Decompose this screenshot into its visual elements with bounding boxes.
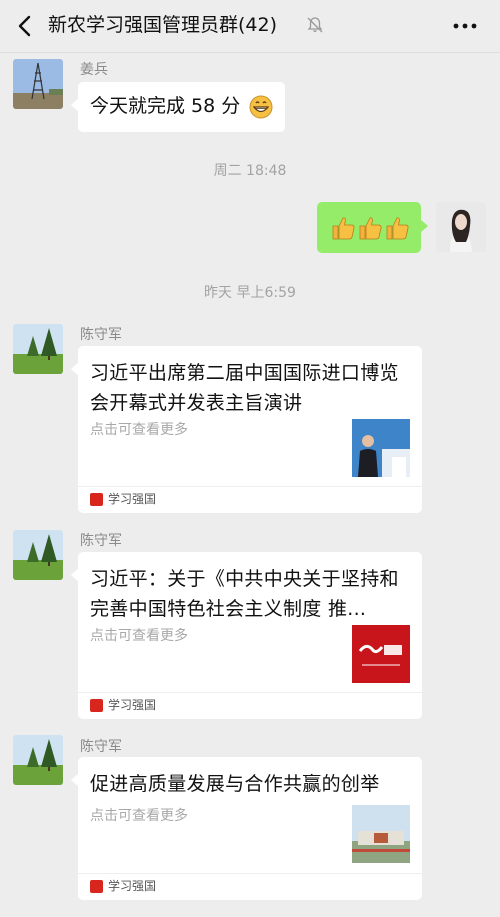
thumbs-up-icon — [386, 217, 409, 240]
avatar-jiang-bing[interactable] — [13, 59, 63, 109]
thumbs-up-icon — [359, 217, 382, 240]
article-description: 点击可查看更多 — [90, 808, 188, 824]
xuexi-qiangguo-logo-icon — [90, 880, 103, 893]
article-description: 点击可查看更多 — [90, 422, 188, 438]
article-card[interactable]: 习近平出席第二届中国国际进口博览会开幕式并发表主旨演讲 点击可查看更多 学习强国 — [71, 346, 422, 513]
sender-name: 姜兵 — [80, 62, 108, 78]
message-text: 今天就完成 58 分 — [90, 95, 241, 117]
card-source-footer: 学习强国 — [78, 486, 422, 513]
article-title: 促进高质量发展与合作共赢的创举 — [90, 773, 380, 795]
bell-muted-icon — [307, 17, 323, 33]
card-source-footer: 学习强国 — [78, 692, 422, 719]
article-card[interactable]: 促进高质量发展与合作共赢的创举 点击可查看更多 学习强国 — [71, 757, 422, 900]
card-source-label: 学习强国 — [108, 879, 157, 893]
card-source-footer: 学习强国 — [78, 873, 422, 900]
article-thumbnail — [352, 805, 410, 863]
sender-name: 陈守军 — [80, 739, 122, 755]
avatar-chen-shoujun[interactable] — [13, 735, 63, 785]
xuexi-qiangguo-logo-icon — [90, 493, 103, 506]
article-card[interactable]: 习近平：关于《中共中央关于坚持和完善中国特色社会主义制度 推... 点击可查看更… — [71, 552, 422, 719]
avatar-chen-shoujun[interactable] — [13, 530, 63, 580]
article-thumbnail — [352, 419, 410, 477]
xuexi-qiangguo-logo-icon — [90, 699, 103, 712]
chat-header: 新农学习强国管理员群(42) — [0, 0, 500, 53]
text-message[interactable]: 今天就完成 58 分 — [71, 82, 285, 132]
card-source-label: 学习强国 — [108, 698, 157, 712]
timestamp: 周二 18:48 — [213, 163, 287, 179]
card-source-label: 学习强国 — [108, 492, 157, 506]
article-description: 点击可查看更多 — [90, 628, 188, 644]
chevron-left-icon[interactable] — [14, 14, 38, 38]
sender-name: 陈守军 — [80, 533, 122, 549]
article-title: 习近平出席第二届中国国际进口博览会开幕式并发表主旨演讲 — [90, 362, 399, 414]
chat-title: 新农学习强国管理员群(42) — [48, 14, 278, 36]
article-thumbnail — [352, 625, 410, 683]
thumbs-up-icon — [332, 217, 355, 240]
grinning-face-icon — [249, 95, 273, 119]
my-emoji-message[interactable] — [317, 202, 428, 253]
article-title: 习近平：关于《中共中央关于坚持和完善中国特色社会主义制度 推... — [90, 568, 399, 620]
avatar-me[interactable] — [436, 202, 486, 252]
sender-name: 陈守军 — [80, 327, 122, 343]
timestamp: 昨天 早上6:59 — [204, 285, 296, 301]
ellipsis-icon[interactable] — [452, 22, 478, 30]
avatar-chen-shoujun[interactable] — [13, 324, 63, 374]
